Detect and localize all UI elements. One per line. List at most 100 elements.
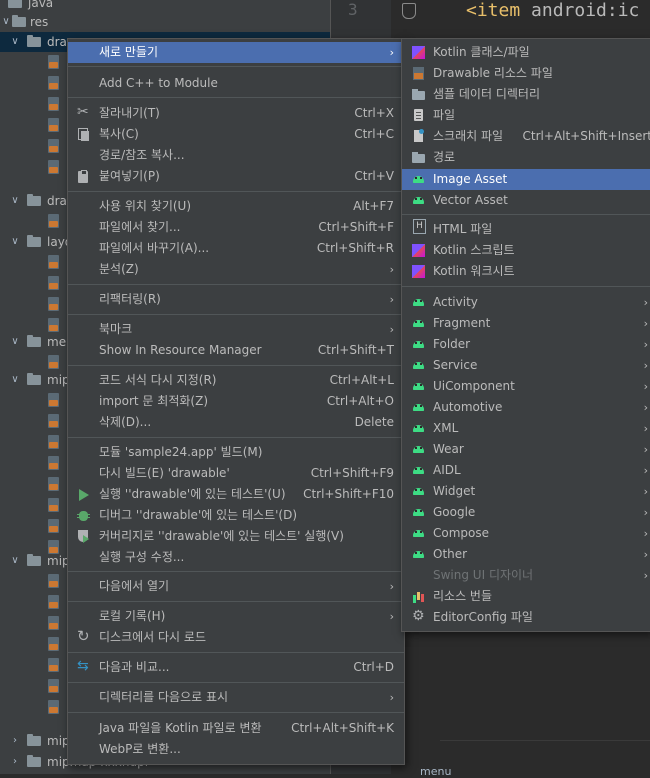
chevron-down-icon[interactable]: ∨ [9,32,21,52]
menu-item-edit-run-config[interactable]: 실행 구성 수정... [68,547,404,568]
submenu-item-wear[interactable]: Wear › [402,439,650,460]
submenu-item-widget[interactable]: Widget › [402,481,650,502]
menu-item-open-in[interactable]: 다음에서 열기 › [68,576,404,597]
submenu-item-fragment[interactable]: Fragment › [402,313,650,334]
submenu-item-other[interactable]: Other › [402,544,650,565]
submenu-item-automotive[interactable]: Automotive › [402,397,650,418]
tree-row-res[interactable]: ∨ res [0,12,330,32]
menu-item-refactor[interactable]: 리팩터링(R) › [68,289,404,310]
xml-file-icon[interactable] [48,658,59,672]
xml-file-icon[interactable] [48,414,59,428]
menu-item-reformat-code[interactable]: 코드 서식 다시 지정(R) Ctrl+Alt+L [68,370,404,391]
menu-item-copy[interactable]: 복사(C) Ctrl+C [68,124,404,145]
submenu-item-html-file[interactable]: HTML 파일 [402,219,650,240]
menu-item-label: 커버리지로 ''drawable'에 있는 테스트' 실행(V) [99,529,344,543]
menu-item-convert-to-webp[interactable]: WebP로 변환... [68,739,404,760]
xml-file-icon[interactable] [48,393,59,407]
xml-file-icon[interactable] [48,276,59,290]
menu-item-label: Kotlin 워크시트 [433,264,515,278]
chevron-right-icon[interactable]: › [9,731,21,751]
menu-item-build-module[interactable]: 모듈 'sample24.app' 빌드(M) [68,442,404,463]
xml-file-icon[interactable] [48,637,59,651]
xml-file-icon[interactable] [48,318,59,332]
menu-item-compare-with[interactable]: 다음과 비교... Ctrl+D [68,656,404,678]
submenu-item-editorconfig[interactable]: EditorConfig 파일 [402,606,650,628]
submenu-item-aidl[interactable]: AIDL › [402,460,650,481]
menu-item-find-in-files[interactable]: 파일에서 찾기... Ctrl+Shift+F [68,217,404,238]
menu-item-new[interactable]: 새로 만들기 › [68,42,404,63]
menu-item-optimize-imports[interactable]: import 문 최적화(Z) Ctrl+Alt+O [68,391,404,412]
chevron-down-icon[interactable]: ∨ [9,232,21,252]
xml-file-icon[interactable] [48,456,59,470]
submenu-item-image-asset[interactable]: Image Asset [402,169,650,190]
xml-file-icon[interactable] [48,477,59,491]
submenu-item-kotlin-worksheet[interactable]: Kotlin 워크시트 [402,261,650,282]
xml-file-icon[interactable] [48,574,59,588]
xml-file-icon[interactable] [48,355,59,369]
menu-item-mark-directory-as[interactable]: 디렉터리를 다음으로 표시 › [68,687,404,708]
code-line[interactable]: <item android:ic [466,0,639,21]
menu-item-convert-java-to-kotlin[interactable]: Java 파일을 Kotlin 파일로 변환 Ctrl+Alt+Shift+K [68,718,404,739]
submenu-item-folder[interactable]: Folder › [402,334,650,355]
xml-file-icon[interactable] [48,519,59,533]
menu-item-show-in-resource-manager[interactable]: Show In Resource Manager Ctrl+Shift+T [68,340,404,361]
xml-file-icon[interactable] [48,97,59,111]
submenu-item-drawable-resource[interactable]: Drawable 리소스 파일 [402,63,650,84]
chevron-down-icon[interactable]: ∨ [9,551,21,571]
xml-file-icon[interactable] [48,255,59,269]
submenu-item-kotlin-class[interactable]: Kotlin 클래스/파일 [402,42,650,63]
menu-item-cut[interactable]: 잘라내기(T) Ctrl+X [68,102,404,124]
menu-item-bookmarks[interactable]: 북마크 › [68,319,404,340]
menu-item-run-tests[interactable]: 실행 ''drawable'에 있는 테스트'(U) Ctrl+Shift+F1… [68,484,404,505]
menu-separator [68,284,404,285]
menu-item-reload-from-disk[interactable]: 디스크에서 다시 로드 [68,626,404,648]
menu-item-analyze[interactable]: 분석(Z) › [68,259,404,280]
xml-file-icon[interactable] [48,435,59,449]
menu-item-find-usages[interactable]: 사용 위치 찾기(U) Alt+F7 [68,196,404,217]
xml-file-icon[interactable] [48,498,59,512]
menu-item-rebuild[interactable]: 다시 빌드(E) 'drawable' Ctrl+Shift+F9 [68,463,404,484]
xml-file-icon[interactable] [48,139,59,153]
menu-item-copy-path[interactable]: 경로/참조 복사... [68,145,404,166]
xml-file-icon[interactable] [48,160,59,174]
xml-file-icon[interactable] [48,616,59,630]
submenu-item-vector-asset[interactable]: Vector Asset [402,190,650,211]
menu-item-local-history[interactable]: 로컬 기록(H) › [68,606,404,627]
submenu-item-resource-bundle[interactable]: 리소스 번들 [402,586,650,607]
submenu-item-file[interactable]: 파일 [402,105,650,126]
menu-item-debug-tests[interactable]: 디버그 ''drawable'에 있는 테스트'(D) [68,505,404,526]
menu-item-run-with-coverage[interactable]: 커버리지로 ''drawable'에 있는 테스트' 실행(V) [68,526,404,547]
xml-file-icon[interactable] [48,76,59,90]
shortcut-label: Ctrl+Alt+L [329,373,394,387]
submenu-item-xml[interactable]: XML › [402,418,650,439]
xml-file-icon[interactable] [48,55,59,69]
menu-item-replace-in-files[interactable]: 파일에서 바꾸기(A)... Ctrl+Shift+R [68,238,404,259]
submenu-item-kotlin-script[interactable]: Kotlin 스크립트 [402,240,650,261]
submenu-item-uicomponent[interactable]: UiComponent › [402,376,650,397]
submenu-item-google[interactable]: Google › [402,502,650,523]
xml-file-icon[interactable] [48,118,59,132]
fold-marker-icon[interactable] [402,3,416,19]
submenu-item-directory[interactable]: 경로 [402,147,650,168]
submenu-item-compose[interactable]: Compose › [402,523,650,544]
chevron-right-icon[interactable]: › [9,752,21,772]
menu-item-add-cpp[interactable]: Add C++ to Module [68,73,404,94]
xml-file-icon[interactable] [48,595,59,609]
xml-file-icon[interactable] [48,297,59,311]
submenu-item-service[interactable]: Service › [402,355,650,376]
chevron-down-icon[interactable]: ∨ [9,332,21,352]
xml-file-icon [412,67,425,80]
xml-file-icon[interactable] [48,679,59,693]
xml-file-icon[interactable] [48,700,59,714]
chevron-down-icon[interactable]: ∨ [0,12,12,32]
submenu-item-activity[interactable]: Activity › [402,292,650,313]
menu-item-paste[interactable]: 붙여넣기(P) Ctrl+V [68,166,404,187]
submenu-item-scratch-file[interactable]: 스크래치 파일 Ctrl+Alt+Shift+Insert [402,126,650,147]
xml-file-icon[interactable] [48,214,59,228]
chevron-down-icon[interactable]: ∨ [9,370,21,390]
new-submenu: Kotlin 클래스/파일 Drawable 리소스 파일 샘플 데이터 디렉터… [401,38,650,632]
menu-item-delete[interactable]: 삭제(D)... Delete [68,412,404,433]
chevron-right-icon: › [389,323,394,336]
chevron-down-icon[interactable]: ∨ [9,191,21,211]
submenu-item-sample-data-dir[interactable]: 샘플 데이터 디렉터리 [402,84,650,105]
